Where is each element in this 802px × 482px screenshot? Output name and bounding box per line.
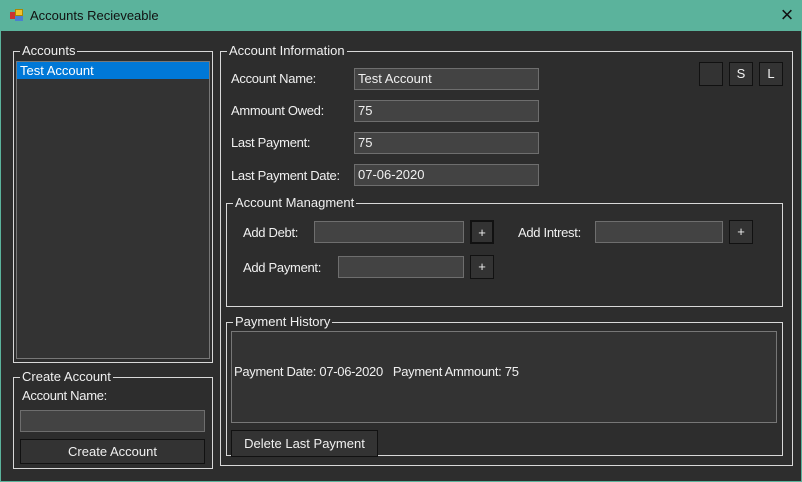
amount-owed-field[interactable]: 75 [354,100,539,122]
accounts-legend: Accounts [20,43,78,59]
blank-button[interactable] [699,62,723,86]
title-bar: Accounts Recieveable × [0,0,802,31]
list-item[interactable]: Test Account [17,62,209,79]
create-account-button[interactable]: Create Account [20,439,205,464]
account-name-label: Account Name: [231,71,316,86]
add-payment-input[interactable] [338,256,464,278]
accounts-listbox[interactable]: Test Account [16,61,210,359]
close-icon[interactable]: × [772,2,802,28]
load-button[interactable]: L [759,62,783,86]
new-account-name-input[interactable] [20,410,205,432]
payment-history-legend: Payment History [233,314,333,330]
save-button[interactable]: S [729,62,753,86]
add-payment-button[interactable]: + [470,255,494,279]
add-interest-label: Add Intrest: [518,225,581,240]
last-payment-label: Last Payment: [231,135,311,150]
list-item[interactable]: Payment Date: 07-06-2020 Payment Ammount… [234,364,774,379]
amount-owed-label: Ammount Owed: [231,103,324,118]
account-info-legend: Account Information [227,43,347,59]
last-payment-field[interactable]: 75 [354,132,539,154]
payment-history-list[interactable]: Payment Date: 07-06-2020 Payment Ammount… [231,331,777,423]
last-payment-date-field[interactable]: 07-06-2020 [354,164,539,186]
new-account-name-label: Account Name: [22,388,107,403]
add-debt-label: Add Debt: [243,225,299,240]
create-account-legend: Create Account [20,369,113,385]
delete-last-payment-button[interactable]: Delete Last Payment [231,430,378,457]
add-interest-input[interactable] [595,221,723,243]
account-management-legend: Account Managment [233,195,357,211]
app-icon [10,9,24,22]
account-management-group: Account Managment [226,195,783,307]
add-debt-input[interactable] [314,221,464,243]
account-name-field[interactable]: Test Account [354,68,539,90]
add-interest-button[interactable]: + [729,220,753,244]
last-payment-date-label: Last Payment Date: [231,168,340,183]
add-debt-button[interactable]: + [470,220,494,244]
window-title: Accounts Recieveable [30,8,159,23]
add-payment-label: Add Payment: [243,260,322,275]
